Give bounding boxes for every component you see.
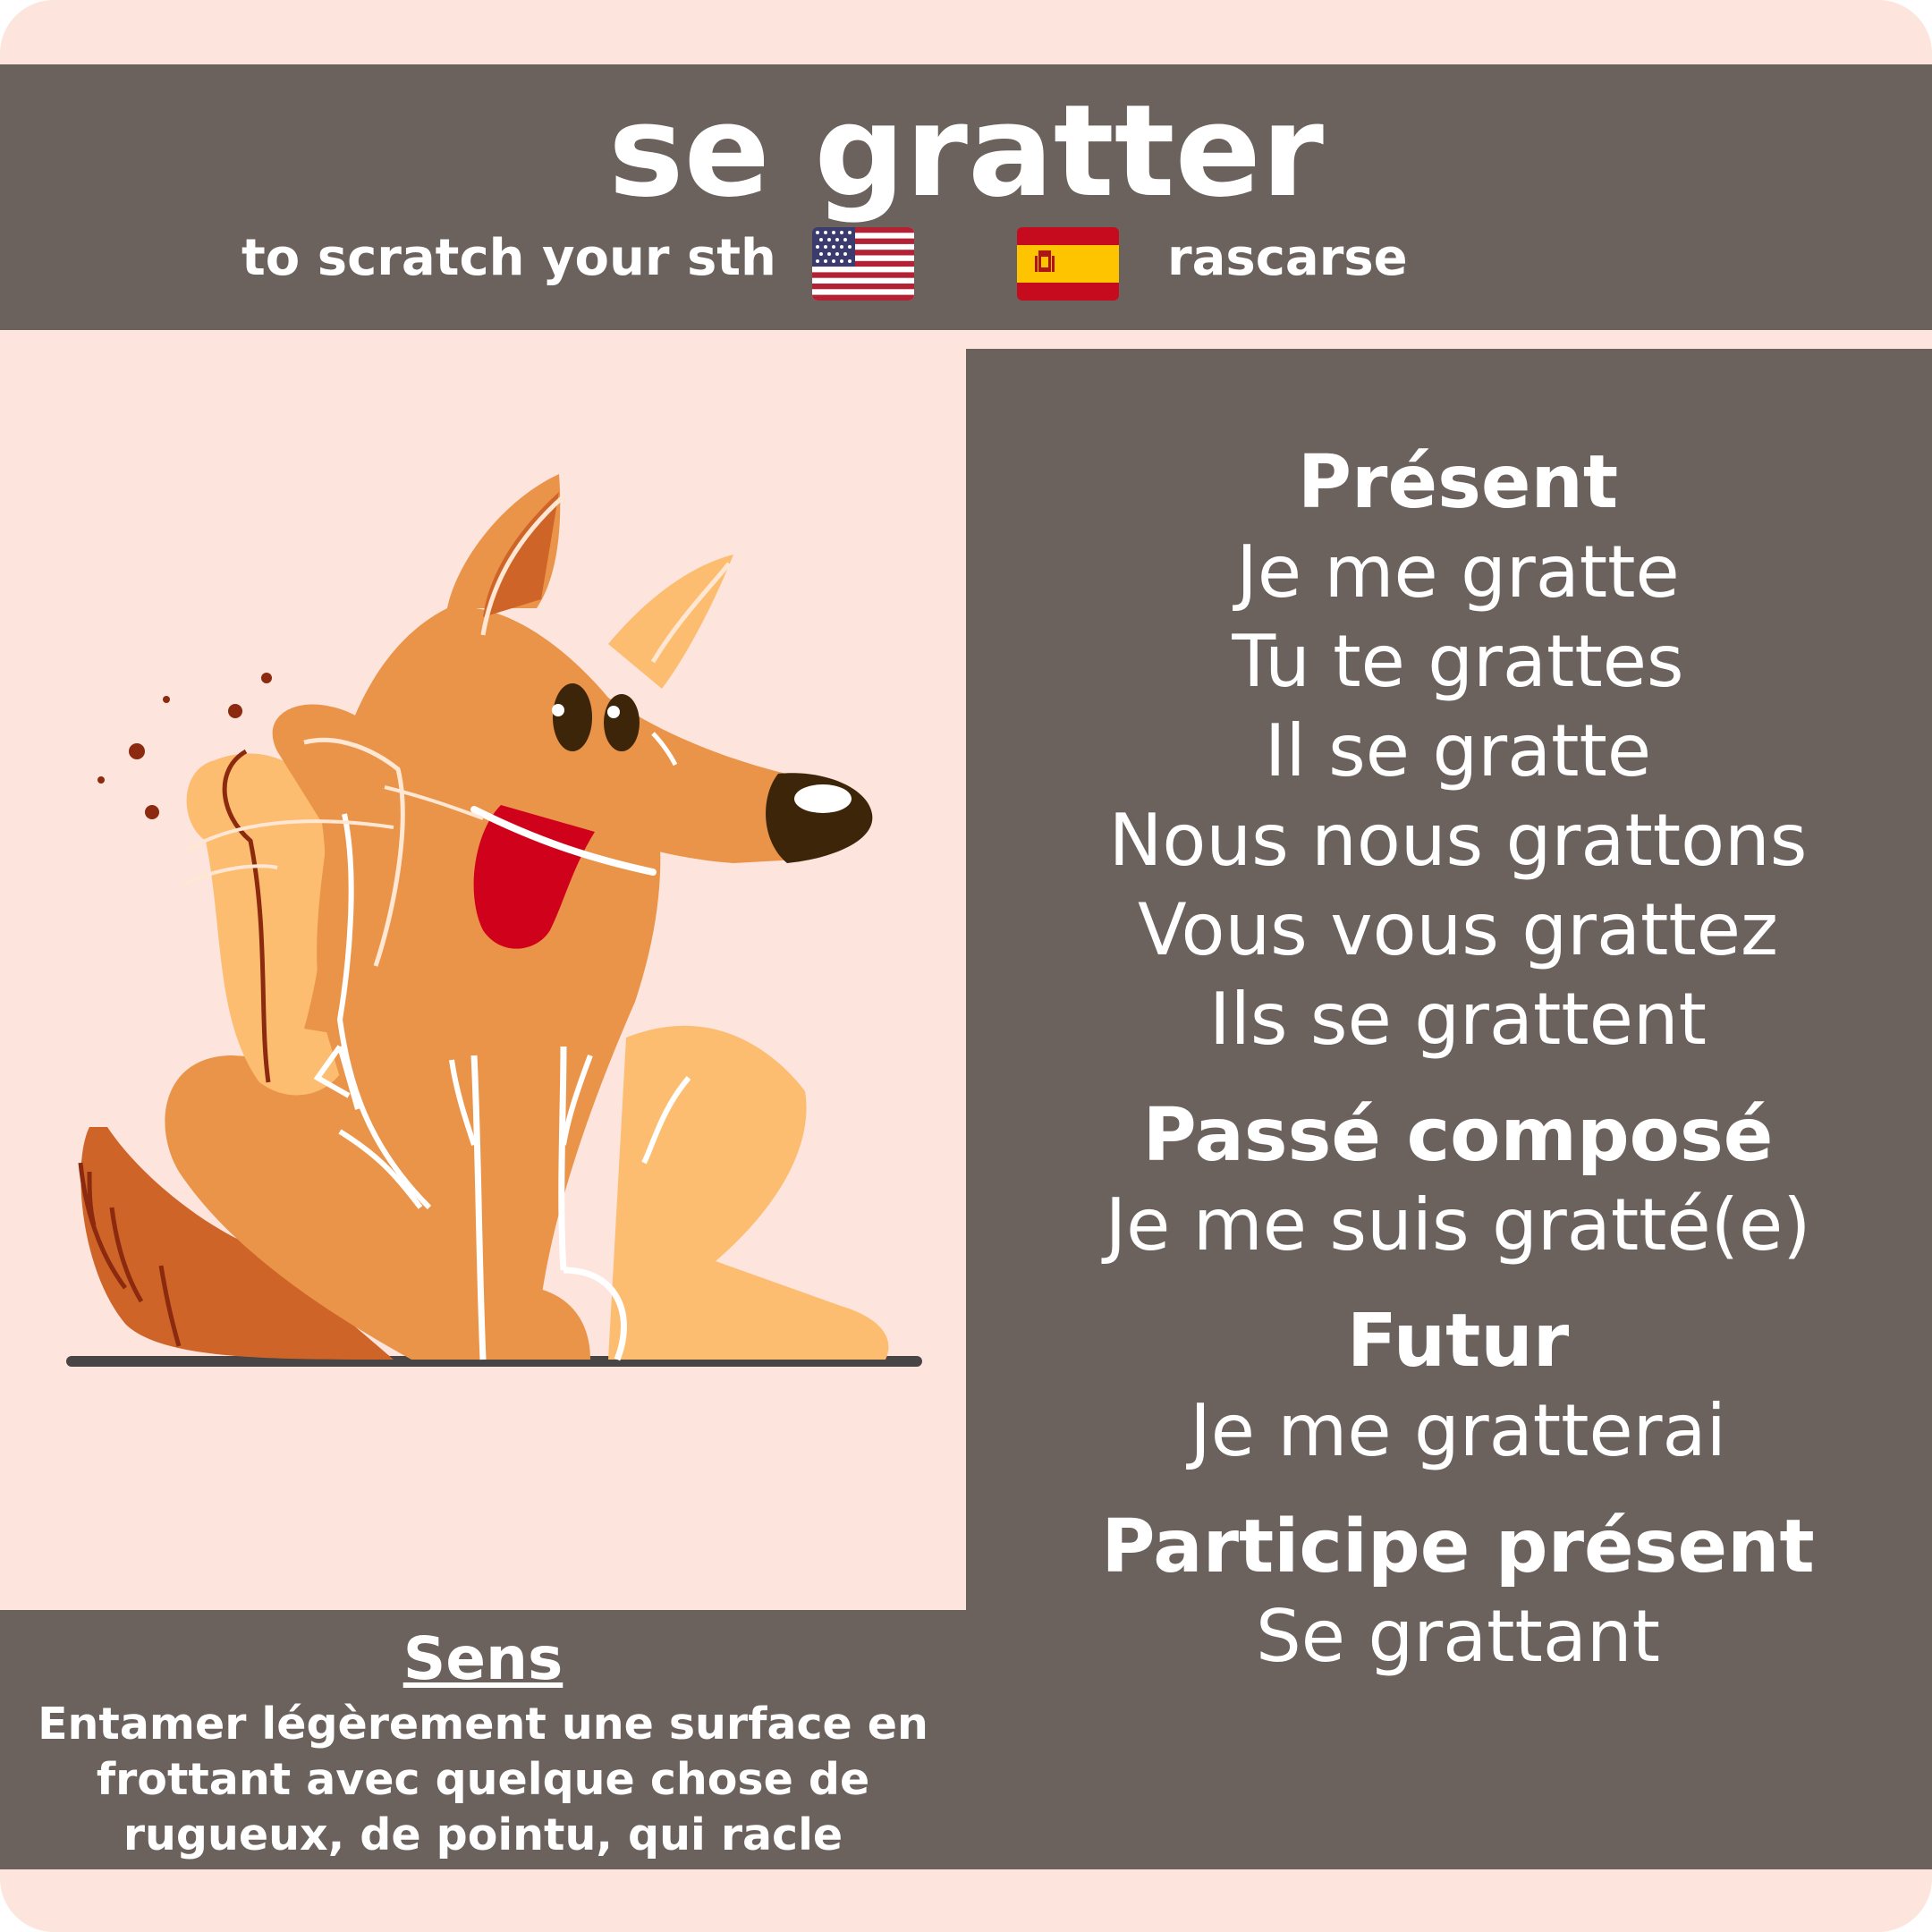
passe-compose-heading: Passé composé xyxy=(1142,1093,1774,1178)
verb-title: se gratter xyxy=(608,78,1324,225)
conjugation-list: Présent Je me gratte Tu te grattes Il se… xyxy=(975,438,1932,1682)
spain-flag-icon xyxy=(1017,227,1119,301)
sens-definition: Entamer légèrement une surface en frotta… xyxy=(38,1699,928,1860)
english-translation: to scratch your sth xyxy=(242,229,776,287)
futur-heading: Futur xyxy=(1346,1299,1570,1384)
present-form-2: Tu te grattes xyxy=(1232,620,1684,703)
spanish-translation: rascarse xyxy=(1167,229,1408,287)
participe-present-form: Se grattant xyxy=(1256,1595,1660,1678)
present-form-1: Je me gratte xyxy=(1236,530,1680,614)
present-form-3: Il se gratte xyxy=(1264,709,1652,792)
present-form-6: Ils se grattent xyxy=(1209,978,1707,1061)
sens-title: Sens xyxy=(402,1624,564,1693)
present-form-4: Nous nous grattons xyxy=(1108,799,1808,882)
verb-card: se gratter to scratch your sth rascarse … xyxy=(0,0,1932,1932)
futur-form: Je me gratterai xyxy=(1190,1389,1726,1472)
passe-compose-form: Je me suis gratté(e) xyxy=(1105,1183,1811,1267)
us-flag-icon xyxy=(812,227,914,301)
sens-section: Sens Entamer légèrement une surface en f… xyxy=(0,1623,966,1863)
scratching-dog-icon xyxy=(66,474,922,1367)
participe-present-heading: Participe présent xyxy=(1101,1504,1815,1589)
present-form-5: Vous vous grattez xyxy=(1137,888,1778,971)
present-heading: Présent xyxy=(1297,440,1619,525)
